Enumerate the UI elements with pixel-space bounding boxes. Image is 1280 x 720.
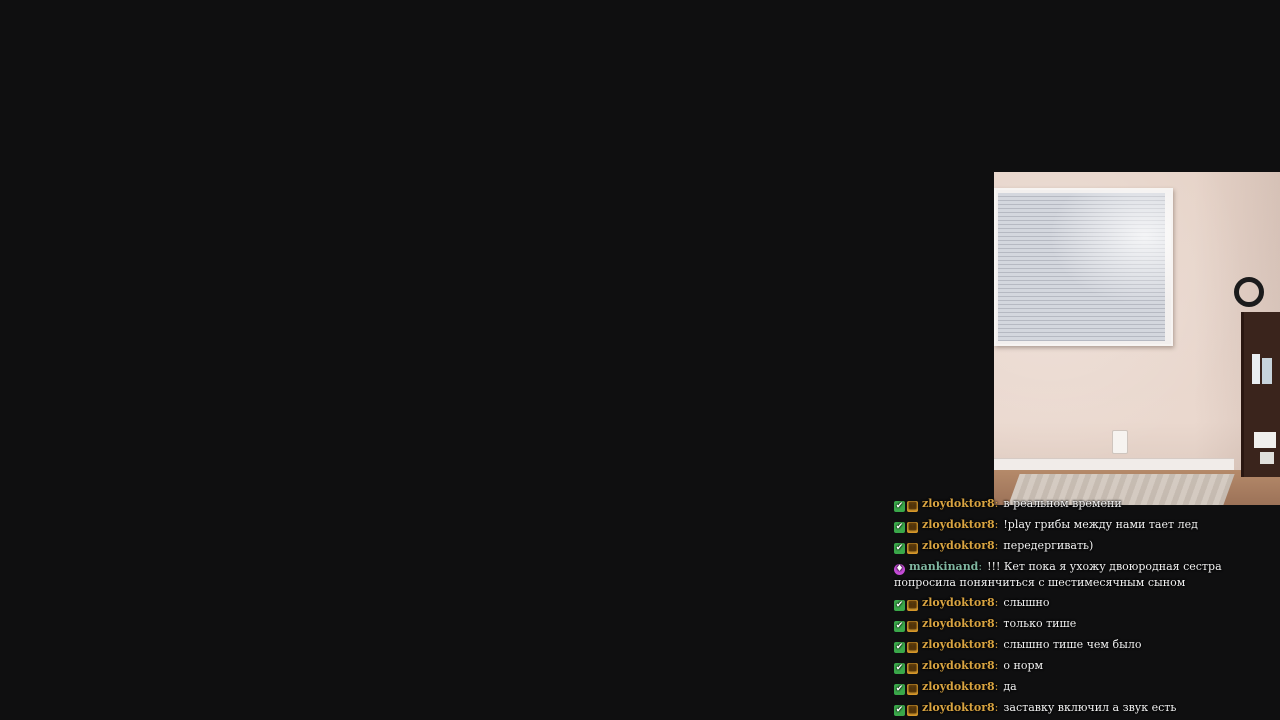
shelf-item xyxy=(1260,452,1274,464)
chat-username[interactable]: zloydoktor8 xyxy=(922,701,995,714)
chat-message: ✔ ▤ zloydoktor8: да xyxy=(894,677,1266,698)
shelf-item xyxy=(1252,354,1260,384)
chat-message: ✔ ▤ zloydoktor8: заставку включил а звук ес… xyxy=(894,698,1266,719)
wall-outlet xyxy=(1112,430,1128,454)
chat-message-text: слышно xyxy=(1003,596,1050,609)
gift-badge-icon: ▤ xyxy=(907,705,918,716)
window-light-glow xyxy=(996,190,1171,344)
chat-separator: : xyxy=(994,638,999,651)
chat-message-text: да xyxy=(1003,680,1017,693)
chat-message: ✔ ▤ zloydoktor8: только тише xyxy=(894,614,1266,635)
check-badge-icon: ✔ xyxy=(894,501,905,512)
chat-message-text: о норм xyxy=(1003,659,1044,672)
chat-message: ✔ ▤ zloydoktor8: !play грибы между нами тае… xyxy=(894,515,1266,536)
chat-separator: : xyxy=(994,497,999,510)
shelf-item xyxy=(1254,432,1276,448)
chat-message-text: только тише xyxy=(1003,617,1077,630)
check-badge-icon: ✔ xyxy=(894,621,905,632)
check-badge-icon: ✔ xyxy=(894,684,905,695)
chat-username[interactable]: zloydoktor8 xyxy=(922,659,995,672)
stream-player: ✔ ▤ zloydoktor8: в реальном времени ✔ ▤ zloydo… xyxy=(0,0,1280,720)
chat-separator: : xyxy=(994,539,999,552)
chat-message-text: заставку включил а звук есть xyxy=(1003,701,1177,714)
gift-badge-icon: ▤ xyxy=(907,522,918,533)
chat-message-text: передергивать) xyxy=(1003,539,1094,552)
chat-username[interactable]: zloydoktor8 xyxy=(922,617,995,630)
chat-message: ✔ ▤ zloydoktor8: слышно тише чем было xyxy=(894,635,1266,656)
chat-separator: : xyxy=(994,617,999,630)
chat-username[interactable]: zloydoktor8 xyxy=(922,638,995,651)
gift-badge-icon: ▤ xyxy=(907,501,918,512)
chat-separator: : xyxy=(994,680,999,693)
chat-username[interactable]: zloydoktor8 xyxy=(922,497,995,510)
gift-badge-icon: ▤ xyxy=(907,621,918,632)
chat-username[interactable]: zloydoktor8 xyxy=(922,680,995,693)
window-with-blinds xyxy=(994,188,1173,346)
webcam-overlay xyxy=(994,172,1280,505)
check-badge-icon: ✔ xyxy=(894,705,905,716)
chat-message: ✔ ▤ zloydoktor8: слышно xyxy=(894,593,1266,614)
shelf-item xyxy=(1262,358,1272,384)
chat-message: ✔ ▤ zloydoktor8: передергивать) xyxy=(894,536,1266,557)
check-badge-icon: ✔ xyxy=(894,543,905,554)
gift-badge-icon: ▤ xyxy=(907,642,918,653)
gift-badge-icon: ▤ xyxy=(907,684,918,695)
chat-separator: : xyxy=(994,596,999,609)
bookshelf xyxy=(1241,312,1280,477)
chat-separator: : xyxy=(994,518,999,531)
chat-username[interactable]: zloydoktor8 xyxy=(922,518,995,531)
gift-badge-icon: ▤ xyxy=(907,600,918,611)
chat-message-text: в реальном времени xyxy=(1003,497,1122,510)
chat-username[interactable]: zloydoktor8 xyxy=(922,596,995,609)
check-badge-icon: ✔ xyxy=(894,663,905,674)
chat-message-text: !play грибы между нами тает лед xyxy=(1003,518,1198,531)
chat-separator: : xyxy=(978,560,983,573)
chat-username[interactable]: zloydoktor8 xyxy=(922,539,995,552)
chat-message: ✔ ▤ zloydoktor8: в реальном времени xyxy=(894,494,1266,515)
check-badge-icon: ✔ xyxy=(894,522,905,533)
gift-badge-icon: ▤ xyxy=(907,663,918,674)
chat-message-text: слышно тише чем было xyxy=(1003,638,1142,651)
ring-light xyxy=(1234,277,1264,307)
chat-message: ♦ mankinand:!!! Кет пока я ухожу двоюродн… xyxy=(894,557,1266,593)
chat-message: ✔ ▤ zloydoktor8: о норм xyxy=(894,656,1266,677)
chat-username[interactable]: mankinand xyxy=(909,560,978,573)
check-badge-icon: ✔ xyxy=(894,600,905,611)
chat-separator: : xyxy=(994,659,999,672)
check-badge-icon: ✔ xyxy=(894,642,905,653)
gem-badge-icon: ♦ xyxy=(894,564,905,575)
gift-badge-icon: ▤ xyxy=(907,543,918,554)
chat-overlay: ✔ ▤ zloydoktor8: в реальном времени ✔ ▤ zloydo… xyxy=(894,494,1266,719)
chat-separator: : xyxy=(994,701,999,714)
